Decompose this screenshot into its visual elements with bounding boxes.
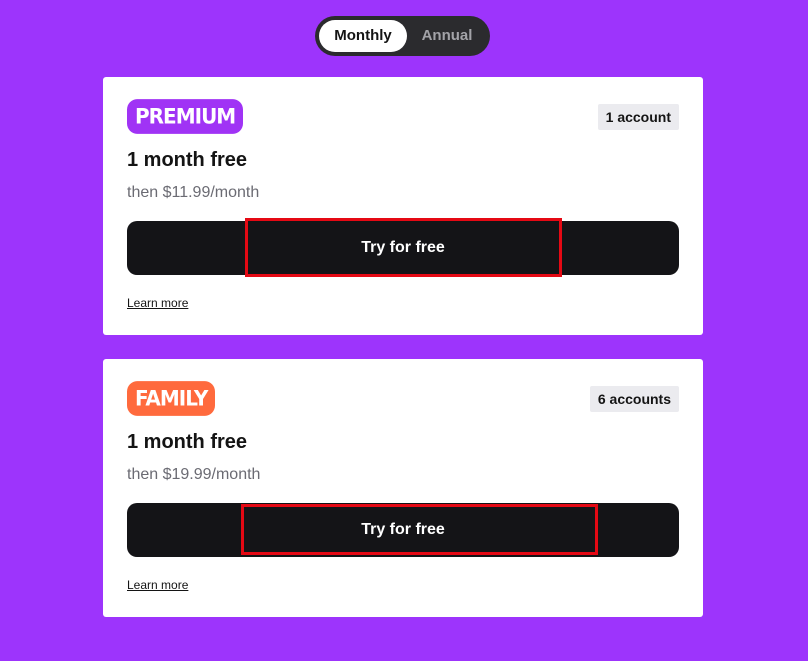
family-plan-card: FAMILY 6 accounts 1 month free then $19.… <box>103 359 703 617</box>
plan-offer-headline: 1 month free <box>127 149 248 171</box>
plan-price: then $19.99/month <box>127 466 261 483</box>
premium-learn-more-link[interactable]: Learn more <box>127 296 188 310</box>
family-learn-more-link[interactable]: Learn more <box>127 578 188 592</box>
plan-price: then $11.99/month <box>127 184 260 201</box>
monthly-option[interactable]: Monthly <box>319 20 407 52</box>
account-count-badge: 1 account <box>597 104 679 130</box>
premium-try-free-button[interactable]: Try for free <box>127 221 679 275</box>
account-count-badge: 6 accounts <box>589 386 679 412</box>
premium-plan-card: PREMIUM 1 account 1 month free then $11.… <box>103 77 703 335</box>
billing-period-toggle[interactable]: Monthly Annual <box>315 16 490 56</box>
family-try-free-button[interactable]: Try for free <box>127 503 679 557</box>
plan-offer-headline: 1 month free <box>127 431 248 453</box>
annual-option[interactable]: Annual <box>409 20 485 52</box>
premium-plan-badge: PREMIUM <box>127 99 244 134</box>
family-plan-badge: FAMILY <box>127 381 216 416</box>
